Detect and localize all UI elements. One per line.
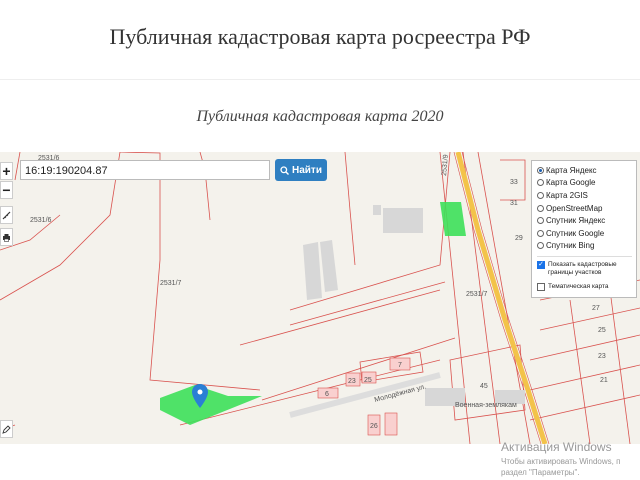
layer-option[interactable]: Спутник Google (537, 227, 636, 240)
watermark-title: Активация Windows (501, 440, 612, 454)
cadastral-toggle-label: Показать кадастровые границы участков (548, 261, 617, 277)
cadastral-toggle[interactable]: ✓ Показать кадастровые границы участков (537, 261, 636, 277)
layer-option-label: Карта Google (546, 178, 596, 188)
house-number: 29 (515, 235, 523, 242)
windows-activation-watermark: Активация Windows Чтобы активировать Win… (501, 440, 620, 478)
layer-radio[interactable] (537, 166, 544, 174)
building-number: 25 (364, 377, 372, 384)
watermark-line: раздел "Параметры". (501, 468, 580, 477)
layer-option-label: Спутник Google (546, 228, 605, 238)
thematic-toggle[interactable]: Тематическая карта (537, 283, 636, 292)
ruler-icon (2, 211, 11, 219)
street-label: Военная-землякам (455, 402, 517, 409)
layer-option[interactable]: Карта Google (537, 177, 636, 190)
layer-option[interactable]: Карта Яндекс (537, 164, 636, 177)
zoom-out-button[interactable]: − (0, 181, 13, 199)
house-number: 25 (598, 327, 606, 334)
layer-radio[interactable] (537, 179, 544, 187)
house-number: 45 (480, 383, 488, 390)
layer-option-label: Карта 2GIS (546, 190, 588, 200)
building-number: 26 (370, 423, 378, 430)
search-button-label: Найти (292, 164, 322, 176)
layer-option-label: Спутник Яндекс (546, 216, 606, 226)
house-number: 21 (600, 377, 608, 384)
layer-option[interactable]: Карта 2GIS (537, 189, 636, 202)
thematic-toggle-label: Тематическая карта (548, 283, 609, 291)
layer-option-label: Карта Яндекс (546, 165, 597, 175)
layer-radio[interactable] (537, 217, 544, 225)
printer-icon (3, 233, 10, 242)
parcel-label: 2531/6 (30, 217, 52, 224)
pencil-icon (2, 424, 11, 434)
cadastral-search-input[interactable]: 16:19:190204.87 (20, 160, 270, 180)
house-number: 31 (510, 200, 518, 207)
zoom-in-button[interactable]: + (0, 162, 13, 180)
search-button[interactable]: Найти (275, 159, 327, 181)
cadastral-checkbox[interactable]: ✓ (537, 261, 545, 270)
building-number: 7 (398, 362, 402, 369)
layer-divider (537, 256, 632, 258)
layer-option-label: OpenStreetMap (546, 203, 603, 213)
edit-button[interactable] (0, 420, 13, 438)
house-number: 27 (592, 305, 600, 312)
house-number: 33 (510, 179, 518, 186)
layer-radio[interactable] (537, 191, 544, 199)
layer-radio[interactable] (537, 242, 544, 250)
layer-option-label: Спутник Bing (546, 241, 595, 251)
parcel-label: 2531/7 (466, 291, 488, 298)
watermark-line: Чтобы активировать Windows, п (501, 457, 621, 466)
building-number: 6 (325, 391, 329, 398)
page-subtitle: Публичная кадастровая карта 2020 (196, 108, 444, 125)
header-divider (0, 79, 640, 80)
layer-radio[interactable] (537, 229, 544, 237)
layer-option[interactable]: OpenStreetMap (537, 202, 636, 215)
site-title: Публичная кадастровая карта росреестра Р… (109, 24, 531, 49)
layer-switcher: Карта Яндекс Карта Google Карта 2GIS OpenSt… (531, 160, 637, 298)
print-button[interactable] (0, 228, 13, 246)
building-number: 23 (348, 378, 356, 385)
thematic-checkbox[interactable] (537, 283, 545, 292)
house-number: 23 (598, 353, 606, 360)
layer-radio[interactable] (537, 204, 544, 212)
measure-button[interactable] (0, 206, 13, 224)
parcel-label: 2531/7 (160, 280, 182, 287)
layer-option[interactable]: Спутник Яндекс (537, 214, 636, 227)
layer-option[interactable]: Спутник Bing (537, 240, 636, 253)
search-icon (280, 165, 289, 175)
